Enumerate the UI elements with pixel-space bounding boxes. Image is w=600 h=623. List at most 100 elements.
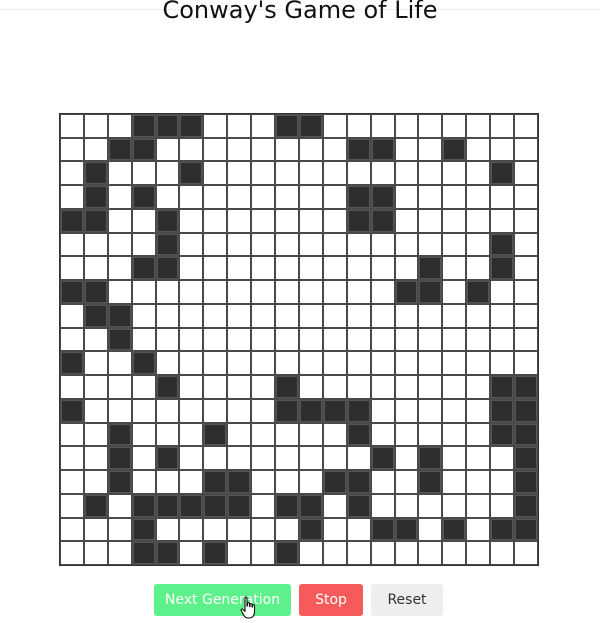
cell-alive[interactable] (203, 470, 228, 494)
cell-dead[interactable] (322, 185, 347, 209)
cell-dead[interactable] (418, 303, 443, 328)
cell-alive[interactable] (442, 137, 467, 162)
cell-dead[interactable] (370, 280, 395, 304)
cell-dead[interactable] (107, 351, 132, 376)
cell-dead[interactable] (275, 161, 299, 186)
cell-dead[interactable] (322, 446, 347, 471)
cell-dead[interactable] (466, 470, 491, 494)
cell-dead[interactable] (83, 398, 108, 423)
cell-dead[interactable] (131, 398, 156, 423)
cell-dead[interactable] (466, 232, 491, 257)
cell-dead[interactable] (179, 517, 204, 542)
cell-dead[interactable] (251, 398, 276, 423)
cell-dead[interactable] (275, 232, 299, 257)
cell-dead[interactable] (418, 208, 443, 233)
cell-alive[interactable] (418, 280, 443, 304)
cell-alive[interactable] (107, 470, 132, 494)
cell-dead[interactable] (466, 493, 491, 518)
cell-alive[interactable] (83, 303, 108, 328)
cell-dead[interactable] (514, 303, 538, 328)
cell-dead[interactable] (83, 446, 108, 471)
cell-dead[interactable] (251, 256, 276, 281)
cell-dead[interactable] (83, 232, 108, 257)
cell-alive[interactable] (107, 303, 132, 328)
cell-dead[interactable] (83, 375, 108, 399)
cell-dead[interactable] (466, 422, 491, 447)
cell-dead[interactable] (370, 114, 395, 138)
cell-alive[interactable] (275, 493, 299, 518)
cell-alive[interactable] (131, 541, 156, 565)
cell-dead[interactable] (83, 517, 108, 542)
cell-dead[interactable] (155, 470, 180, 494)
cell-dead[interactable] (179, 208, 204, 233)
cell-dead[interactable] (298, 280, 323, 304)
cell-alive[interactable] (203, 422, 228, 447)
cell-dead[interactable] (322, 375, 347, 399)
cell-dead[interactable] (131, 375, 156, 399)
cell-alive[interactable] (298, 114, 323, 138)
cell-dead[interactable] (251, 422, 276, 447)
cell-dead[interactable] (60, 161, 84, 186)
cell-dead[interactable] (322, 303, 347, 328)
cell-dead[interactable] (322, 493, 347, 518)
cell-dead[interactable] (60, 303, 84, 328)
cell-dead[interactable] (83, 470, 108, 494)
cell-dead[interactable] (418, 422, 443, 447)
cell-dead[interactable] (60, 327, 84, 352)
cell-dead[interactable] (322, 137, 347, 162)
cell-alive[interactable] (346, 422, 371, 447)
cell-alive[interactable] (370, 446, 395, 471)
cell-alive[interactable] (490, 256, 515, 281)
cell-dead[interactable] (155, 137, 180, 162)
cell-dead[interactable] (60, 541, 84, 565)
cell-dead[interactable] (442, 446, 467, 471)
cell-dead[interactable] (418, 114, 443, 138)
cell-dead[interactable] (490, 280, 515, 304)
cell-dead[interactable] (346, 541, 371, 565)
cell-dead[interactable] (83, 114, 108, 138)
cell-alive[interactable] (370, 185, 395, 209)
cell-dead[interactable] (490, 446, 515, 471)
cell-alive[interactable] (107, 137, 132, 162)
cell-dead[interactable] (514, 185, 538, 209)
cell-dead[interactable] (83, 327, 108, 352)
cell-dead[interactable] (466, 114, 491, 138)
cell-dead[interactable] (251, 327, 276, 352)
cell-dead[interactable] (394, 114, 419, 138)
cell-dead[interactable] (275, 256, 299, 281)
cell-alive[interactable] (179, 161, 204, 186)
cell-dead[interactable] (251, 375, 276, 399)
cell-dead[interactable] (442, 327, 467, 352)
cell-dead[interactable] (203, 161, 228, 186)
stop-button[interactable]: Stop (299, 584, 363, 616)
cell-dead[interactable] (107, 398, 132, 423)
cell-alive[interactable] (346, 470, 371, 494)
cell-alive[interactable] (107, 446, 132, 471)
cell-dead[interactable] (251, 232, 276, 257)
cell-dead[interactable] (131, 470, 156, 494)
cell-dead[interactable] (490, 114, 515, 138)
cell-dead[interactable] (275, 185, 299, 209)
cell-dead[interactable] (298, 161, 323, 186)
cell-dead[interactable] (275, 280, 299, 304)
cell-alive[interactable] (203, 541, 228, 565)
cell-dead[interactable] (418, 541, 443, 565)
cell-dead[interactable] (107, 161, 132, 186)
life-board[interactable] (59, 113, 539, 566)
cell-alive[interactable] (60, 280, 84, 304)
cell-alive[interactable] (155, 541, 180, 565)
cell-dead[interactable] (107, 375, 132, 399)
cell-dead[interactable] (370, 422, 395, 447)
cell-dead[interactable] (251, 303, 276, 328)
cell-alive[interactable] (298, 517, 323, 542)
cell-alive[interactable] (490, 517, 515, 542)
cell-alive[interactable] (514, 493, 538, 518)
cell-dead[interactable] (275, 351, 299, 376)
cell-dead[interactable] (60, 493, 84, 518)
cell-dead[interactable] (322, 208, 347, 233)
cell-dead[interactable] (514, 137, 538, 162)
cell-alive[interactable] (275, 375, 299, 399)
cell-dead[interactable] (203, 114, 228, 138)
cell-alive[interactable] (490, 232, 515, 257)
cell-alive[interactable] (155, 446, 180, 471)
